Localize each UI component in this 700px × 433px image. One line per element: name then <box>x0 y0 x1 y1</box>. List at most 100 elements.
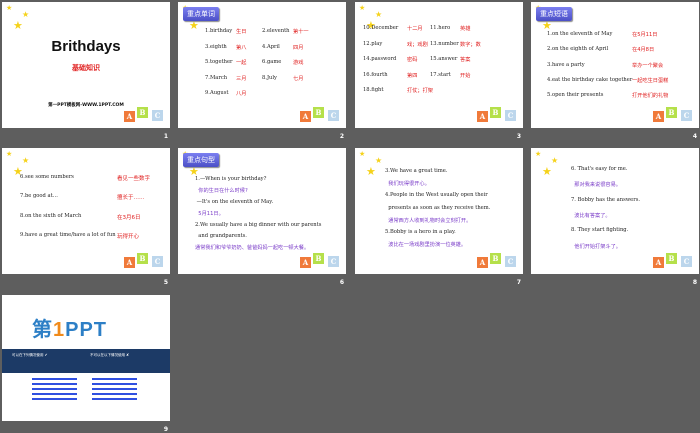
word-translation: 开始 <box>460 72 471 79</box>
word: 16.fourth <box>363 71 388 78</box>
qr-link-placeholder[interactable] <box>92 398 137 400</box>
block-c-icon: C <box>681 110 692 121</box>
word-translation: 三月 <box>236 75 247 82</box>
word-translation: 英雄 <box>460 26 471 32</box>
sentence-translation: 5月11日。 <box>195 211 224 218</box>
star-icon: ★ <box>542 165 552 178</box>
qr-link-placeholder[interactable] <box>92 378 137 380</box>
star-icon: ★ <box>551 156 559 165</box>
word-translation: 答案 <box>460 57 471 63</box>
abc-blocks-icon: ABC <box>300 107 340 123</box>
abc-blocks-icon: ABC <box>477 253 517 269</box>
star-icon: ★ <box>189 19 199 32</box>
qr-link-placeholder[interactable] <box>32 388 77 390</box>
qr-link-placeholder[interactable] <box>32 383 77 385</box>
word: 18.fight <box>363 87 384 93</box>
word: 2.eleventh <box>262 28 290 34</box>
word-translation: 密码 <box>407 57 418 63</box>
phrase: 5.open their presents <box>547 92 604 99</box>
word: 10.December <box>363 25 399 31</box>
qr-link-placeholder[interactable] <box>92 388 137 390</box>
slide-number: 4 <box>692 133 697 140</box>
block-c-icon: C <box>152 256 163 267</box>
qr-link-placeholder[interactable] <box>32 398 77 400</box>
star-icon: ★ <box>359 4 366 12</box>
block-b-icon: B <box>137 107 148 118</box>
block-a-icon: A <box>477 257 488 268</box>
slide-thumbnail-2[interactable]: ★★★ABC重点单词1.birthday生日2.eleventh第十一3.eig… <box>178 2 346 128</box>
word: 6.game <box>262 59 282 65</box>
word-translation: 四月 <box>293 44 304 51</box>
phrase-translation: 擅长于…… <box>117 195 145 202</box>
usage-forbidden: 不可以在以下情况使用 ✘ <box>90 353 130 357</box>
abc-blocks-icon: ABC <box>124 253 164 269</box>
logo-part: PPT <box>65 319 108 341</box>
star-icon: ★ <box>22 10 30 19</box>
phrase-translation: 在4月8日 <box>632 47 655 54</box>
word-translation: 第八 <box>236 44 247 51</box>
word: 7.March <box>205 74 228 81</box>
sentence: 8. They start fighting. <box>571 227 629 234</box>
sentence: presents as soon as they receive them. <box>385 204 491 211</box>
block-a-icon: A <box>124 111 135 122</box>
sentence-translation: 那对我来说很容易。 <box>571 182 621 189</box>
block-b-icon: B <box>490 107 501 118</box>
abc-blocks-icon: ABC <box>477 107 517 123</box>
slide-thumbnail-4[interactable]: ★★★ABC重点短语1.on the eleventh of May在5月11日… <box>531 2 699 128</box>
abc-blocks-icon: ABC <box>653 107 693 123</box>
word-translation: 十二月 <box>407 26 423 32</box>
qr-link-placeholder[interactable] <box>92 393 137 395</box>
star-icon: ★ <box>535 150 542 158</box>
usage-band: 可以在下列情况使用 ✔ 不可以在以下情况使用 ✘ <box>2 349 170 373</box>
word: 5.together <box>205 59 233 65</box>
slide-subtitle: 基础知识 <box>72 64 100 72</box>
slide-thumbnail-7[interactable]: ★ ★ ★ A B C 3.We have a great time. 我们玩得很开心。 4.… <box>355 148 523 274</box>
block-a-icon: A <box>300 257 311 268</box>
qr-link-placeholder[interactable] <box>92 383 137 385</box>
word: 15.answer <box>430 56 458 62</box>
sentence: 7. Bobby has the answers. <box>571 196 641 203</box>
sentence-translation: 波比有答案了。 <box>571 212 611 219</box>
word-translation: 七月 <box>293 75 304 82</box>
block-a-icon: A <box>653 257 664 268</box>
phrase-translation: 在3月6日 <box>117 214 141 221</box>
slide-thumbnail-1[interactable]: ★ ★ ★ A B C Brithdays 基础知识 第一PPT模板网-WWW.1PPT.COM <box>2 2 170 128</box>
sentence-translation: 波比在一场戏剧里扮演一位英雄。 <box>385 242 467 249</box>
abc-blocks-icon: ABC <box>653 253 693 269</box>
block-a-icon: A <box>300 111 311 122</box>
word-translation: 戏；戏剧 <box>407 41 428 48</box>
sentence: 6. That's easy for me. <box>571 166 628 172</box>
section-badge: 重点句型 <box>183 153 219 167</box>
phrase-translation: 举办一个聚会 <box>632 62 664 69</box>
slide-thumbnail-5[interactable]: ★ ★ ★ A B C 6.see some numbers 看见一些数字 7.be good … <box>2 148 170 274</box>
slide-thumbnail-6[interactable]: ★★★ABC重点句型1.—When is your birthday? 你的生日… <box>178 148 346 274</box>
star-icon: ★ <box>542 19 552 32</box>
sentence: 2.We usually have a big dinner with our … <box>195 221 322 228</box>
star-icon: ★ <box>6 4 13 12</box>
sentence: —It's on the eleventh of May. <box>195 198 274 205</box>
word: 12.play <box>363 40 383 47</box>
word: 13.number <box>430 40 459 47</box>
sentence-translation: 通常西方人收到礼物时会立刻打开。 <box>385 217 472 224</box>
slide-thumbnail-8[interactable]: ★ ★ ★ A B C 6. That's easy for me. 那对我来说很容易。 7.… <box>531 148 699 274</box>
word-translation: 八月 <box>236 91 247 97</box>
block-c-icon: C <box>505 110 516 121</box>
block-a-icon: A <box>124 257 135 268</box>
word: 4.April <box>262 43 280 50</box>
sentence-translation: 我们玩得很开心。 <box>385 181 430 188</box>
sentence: 5.Bobby is a hero in a play. <box>385 229 456 235</box>
star-icon: ★ <box>359 150 366 158</box>
logo-part: 第 <box>32 319 53 341</box>
qr-link-placeholder[interactable] <box>32 393 77 395</box>
block-c-icon: C <box>681 256 692 267</box>
slide-title: Brithdays <box>51 38 121 55</box>
word: 11.hero <box>430 25 451 31</box>
block-c-icon: C <box>328 110 339 121</box>
slide-thumbnail-9[interactable]: 第1PPT 可以在下列情况使用 ✔ 不可以在以下情况使用 ✘ <box>2 295 170 421</box>
slide-thumbnail-3[interactable]: ★ ★ ★ A B C 10.December 十二月 11.hero 英雄 12.play 戏；戏剧… <box>355 2 523 128</box>
slide-number: 8 <box>692 279 697 286</box>
qr-link-placeholder[interactable] <box>32 378 77 380</box>
block-b-icon: B <box>137 253 148 264</box>
star-icon: ★ <box>366 165 376 178</box>
phrase: 4.eat the birthday cake together <box>547 76 633 83</box>
